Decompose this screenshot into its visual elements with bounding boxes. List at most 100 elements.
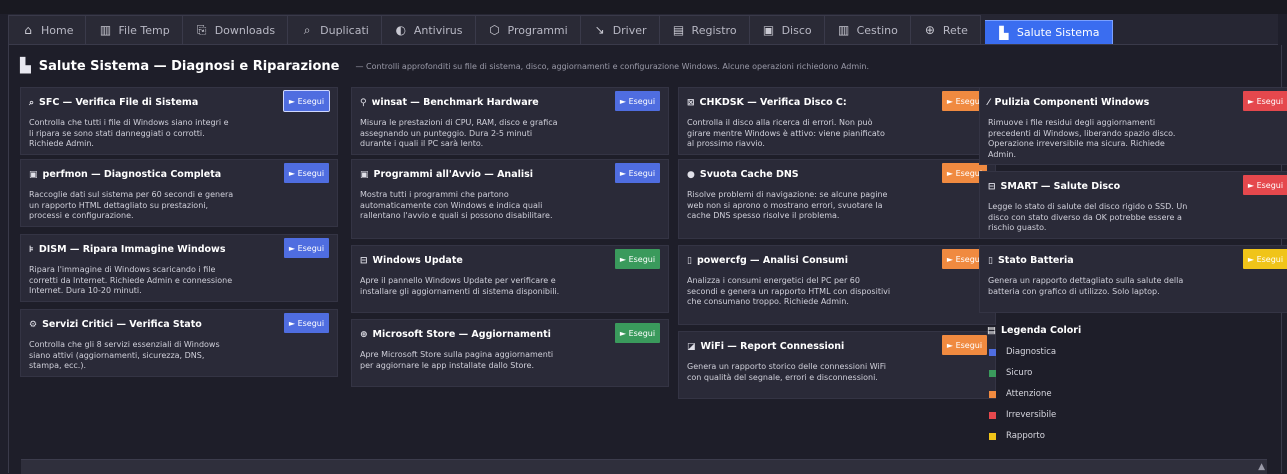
card-title: WiFi — Report Connessioni — [700, 341, 845, 352]
card-description: Ripara l'immagine di Windows scaricando … — [29, 265, 233, 295]
card-description: Apre Microsoft Store sulla pagina aggior… — [360, 350, 554, 370]
card-description: Controlla il disco alla ricerca di error… — [687, 118, 885, 148]
card-powercfg: ▯ powercfg — Analisi Consumi Analizza i c… — [678, 245, 996, 325]
legend-item: Sicuro — [989, 368, 1287, 378]
run-button[interactable]: ► Esegui — [615, 249, 660, 269]
monitor-icon: ▣ — [360, 169, 369, 180]
tab-label: Antivirus — [413, 23, 463, 37]
tab-driver[interactable]: ↘ Driver — [580, 15, 660, 44]
legend-label: Sicuro — [1006, 368, 1033, 378]
card-title: Svuota Cache DNS — [699, 169, 799, 180]
run-button[interactable]: ► Esegui — [1243, 175, 1287, 195]
card-sfc: ⌕ SFC — Verifica File di Sistema Controll… — [20, 87, 338, 155]
swatch-yellow — [989, 432, 996, 440]
tab-label: Cestino — [856, 23, 898, 37]
card-title: Servizi Critici — Verifica Stato — [42, 319, 202, 330]
run-button[interactable]: ► Esegui — [284, 163, 329, 183]
drive-icon: ⊟ — [988, 181, 996, 192]
tab-home[interactable]: ⌂ Home — [8, 15, 87, 44]
scroll-up-icon[interactable]: ▲ — [1258, 462, 1265, 472]
bottom-scroll-area[interactable]: ▲ — [21, 459, 1267, 474]
legend-title: Legenda Colori — [1000, 325, 1082, 336]
card-description: Mostra tutti i programmi che partono aut… — [360, 190, 553, 220]
run-button[interactable]: ► Esegui — [1243, 91, 1287, 111]
tab-label: Downloads — [214, 23, 276, 37]
tab-file-temp[interactable]: ▥ File Temp — [86, 15, 183, 44]
tab-antivirus[interactable]: ◐ Antivirus — [381, 15, 476, 44]
card-pulizia-componenti: ⁄ Pulizia Componenti Windows Rimuove i fi… — [979, 87, 1287, 165]
card-title: winsat — Benchmark Hardware — [371, 97, 539, 108]
tab-label: Programmi — [507, 23, 568, 37]
card-dns: ● Svuota Cache DNS Risolve problemi di na… — [678, 159, 996, 239]
run-button[interactable]: ► Esegui — [284, 313, 329, 333]
tab-duplicati[interactable]: ⌕ Duplicati — [288, 15, 382, 44]
run-button[interactable]: ► Esegui — [615, 163, 660, 183]
tab-cestino[interactable]: ▥ Cestino — [824, 15, 911, 44]
tab-label: Registro — [691, 23, 737, 37]
window-top-strip — [0, 0, 1287, 14]
card-title: SMART — Salute Disco — [1000, 181, 1121, 192]
legend-label: Rapporto — [1006, 431, 1045, 441]
card-servizi-critici: ⚙ Servizi Critici — Verifica Stato Contro… — [20, 309, 338, 377]
recycle-bin-icon: ▥ — [837, 23, 850, 37]
card-description: Genera un rapporto dettagliato sulla sal… — [988, 276, 1184, 296]
battery-icon: ▯ — [988, 255, 993, 266]
search-icon: ⌕ — [303, 22, 311, 37]
run-button[interactable]: ► Esegui — [1243, 249, 1287, 269]
tab-label: Salute Sistema — [1016, 26, 1100, 39]
tab-programmi[interactable]: ⬡ Programmi — [475, 15, 581, 44]
card-description: Analizza i consumi energetici del PC per… — [687, 276, 891, 306]
tab-rete[interactable]: ⊕ Rete — [910, 15, 981, 44]
card-title: powercfg — Analisi Consumi — [696, 255, 848, 266]
registry-icon: ▤ — [672, 23, 685, 37]
package-icon: ⬡ — [489, 23, 500, 37]
card-description: Risolve problemi di navigazione: se alcu… — [687, 190, 888, 220]
tab-label: File Temp — [118, 23, 170, 37]
card-title: DISM — Ripara Immagine Windows — [38, 244, 226, 255]
disk-icon: ▣ — [762, 23, 775, 37]
tab-salute-sistema[interactable]: ▙ Salute Sistema — [984, 20, 1113, 44]
tab-downloads[interactable]: ⎘ Downloads — [182, 15, 289, 44]
dot-icon: ● — [687, 169, 695, 180]
swatch-green — [989, 369, 996, 377]
color-legend: ▤ Legenda Colori Diagnostica Sicuro Atten… — [979, 319, 1287, 447]
run-button[interactable]: ► Esegui — [284, 238, 329, 258]
clipboard-icon: ⎘ — [196, 22, 207, 37]
tab-disco[interactable]: ▣ Disco — [749, 15, 825, 44]
run-button[interactable]: ► Esegui — [615, 323, 660, 343]
page-header: ▙ Salute Sistema — Diagnosi e Riparazion… — [20, 58, 869, 74]
tools-icon: ⊧ — [29, 244, 34, 255]
window-icon: ⊟ — [360, 255, 368, 266]
legend-label: Attenzione — [1006, 389, 1052, 399]
page-title: Salute Sistema — Diagnosi e Riparazione — [38, 58, 340, 74]
card-description: Misura le prestazioni di CPU, RAM, disco… — [360, 118, 558, 148]
search-icon: ⌕ — [29, 97, 35, 108]
run-button[interactable]: ► Esegui — [615, 91, 660, 111]
card-dism: ⊧ DISM — Ripara Immagine Windows Ripara l… — [20, 234, 338, 302]
card-description: Raccoglie dati sul sistema per 60 second… — [29, 190, 234, 220]
card-description: Genera un rapporto storico delle conness… — [687, 362, 886, 382]
monitor-icon: ▣ — [29, 169, 38, 180]
card-description: Apre il pannello Windows Update per veri… — [360, 276, 560, 296]
card-title: CHKDSK — Verifica Disco C: — [699, 97, 847, 108]
tab-registro[interactable]: ▤ Registro — [659, 15, 750, 44]
card-title: Programmi all'Avvio — Analisi — [373, 169, 534, 180]
home-icon: ⌂ — [24, 23, 32, 37]
run-button[interactable]: ► Esegui — [283, 90, 330, 112]
wifi-icon: ◪ — [687, 341, 696, 352]
card-title: Stato Batteria — [997, 255, 1074, 266]
card-description: Rimuove i file residui degli aggiornamen… — [988, 118, 1176, 159]
card-windows-update: ⊟ Windows Update Apre il pannello Windows… — [351, 245, 669, 313]
gear-icon: ⚙ — [29, 319, 38, 330]
legend-item: Rapporto — [989, 431, 1287, 441]
card-description: Controlla che tutti i file di Windows si… — [29, 118, 229, 148]
health-icon: ▙ — [999, 25, 1009, 40]
health-icon: ▙ — [20, 58, 31, 74]
trash-icon: ▥ — [99, 23, 112, 37]
card-wifi: ◪ WiFi — Report Connessioni Genera un rap… — [678, 331, 996, 399]
tab-label: Home — [41, 23, 74, 37]
card-microsoft-store: ⊕ Microsoft Store — Aggiornamenti Apre Mi… — [351, 319, 669, 387]
swatch-red — [989, 411, 996, 419]
benchmark-icon: ⚲ — [360, 97, 367, 108]
card-title: Pulizia Componenti Windows — [994, 97, 1150, 108]
